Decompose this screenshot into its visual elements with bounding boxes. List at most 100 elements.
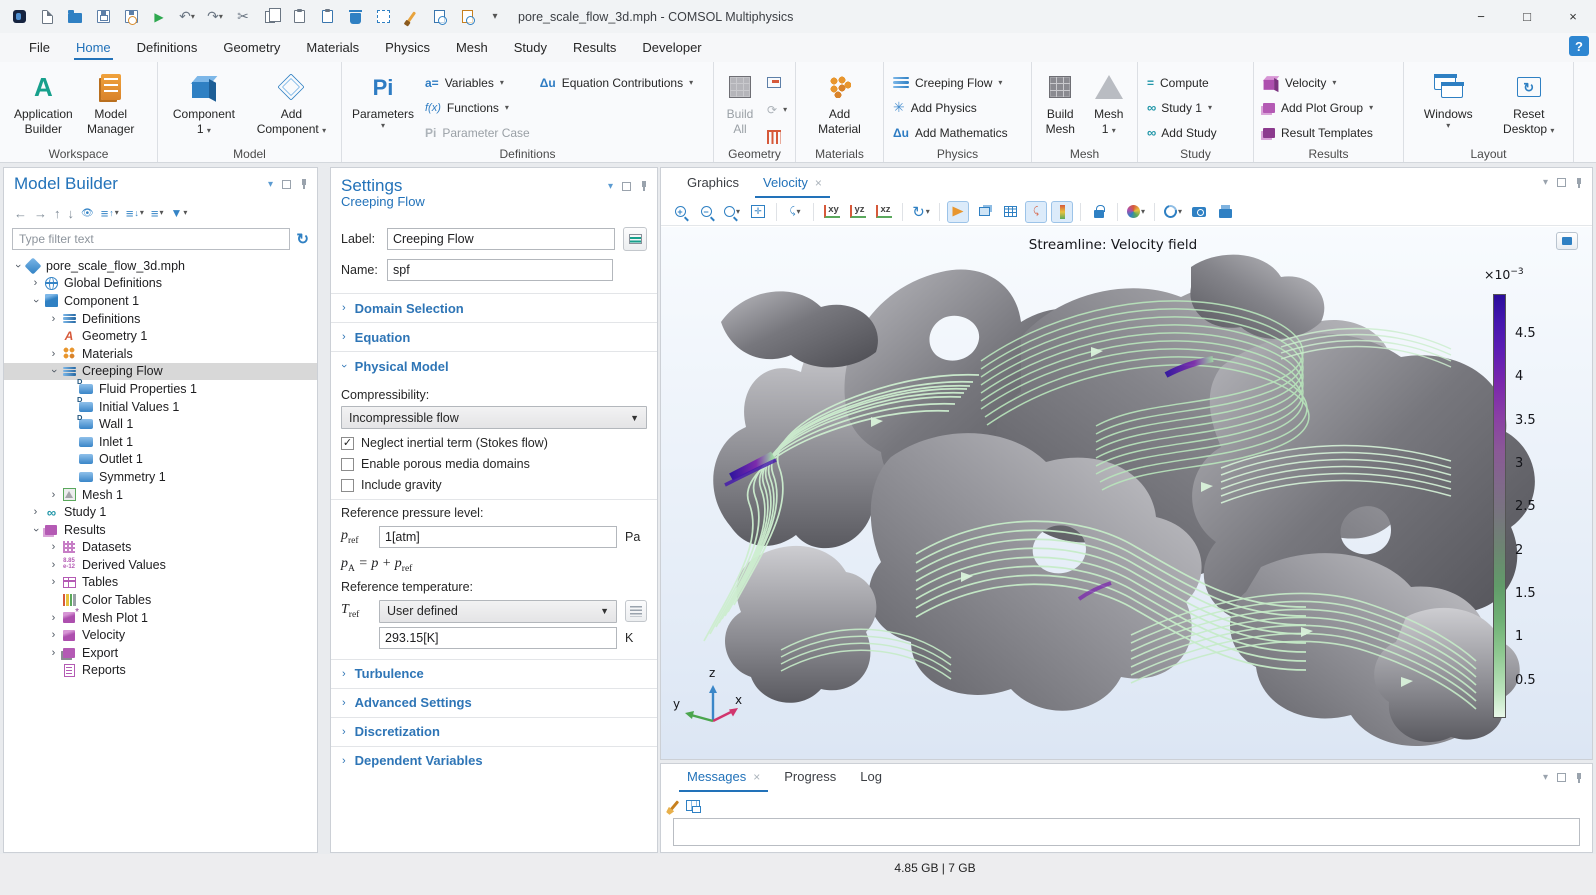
clear-messages-icon[interactable]	[670, 800, 679, 810]
insert-sequence-button[interactable]	[763, 70, 791, 95]
lock-view-icon[interactable]	[1088, 201, 1110, 223]
build-mesh-button[interactable]: BuildMesh	[1039, 67, 1081, 139]
tree-node-datasets[interactable]: ›Datasets	[4, 539, 317, 557]
show-legend-icon[interactable]	[1051, 201, 1073, 223]
tree-node-velocity[interactable]: ›Velocity	[4, 626, 317, 644]
application-builder-button[interactable]: A ApplicationBuilder	[10, 67, 77, 139]
graphics-pin-icon[interactable]	[1575, 178, 1582, 188]
section-advanced-settings[interactable]: ›Advanced Settings	[331, 688, 657, 717]
temperature-list-button[interactable]	[625, 600, 647, 622]
tree-node-fluid-properties-1[interactable]: Fluid Properties 1	[4, 380, 317, 398]
tree-node-global-definitions[interactable]: ›Global Definitions	[4, 275, 317, 293]
graphics-canvas[interactable]: Streamline: Velocity field ×10−3 4.5 4 3…	[661, 227, 1592, 759]
tree-node-export[interactable]: ›Export	[4, 644, 317, 662]
menu-tab-study[interactable]: Study	[501, 35, 560, 62]
checkbox-porous-media[interactable]: Enable porous media domains	[341, 457, 647, 471]
tab-velocity[interactable]: Velocity×	[751, 169, 834, 198]
add-plot-group-button[interactable]: Add Plot Group▾	[1259, 95, 1398, 120]
plot-settings-button[interactable]	[1556, 232, 1578, 250]
close-tab-icon[interactable]: ×	[815, 176, 822, 190]
open-file-icon[interactable]	[62, 4, 88, 30]
message-table-icon[interactable]	[686, 800, 700, 811]
mark-icon[interactable]	[398, 4, 424, 30]
add-physics-button[interactable]: ✳ Add Physics	[889, 95, 1026, 120]
collapse-all-icon[interactable]: ≡↑▾	[99, 205, 121, 222]
zoom-in-icon[interactable]: +	[669, 201, 691, 223]
tree-node-mesh-plot-1[interactable]: ›Mesh Plot 1	[4, 609, 317, 627]
menu-tab-definitions[interactable]: Definitions	[124, 35, 211, 62]
close-button[interactable]: ×	[1550, 0, 1596, 33]
zoom-extents-icon[interactable]: ✛	[747, 201, 769, 223]
save-icon[interactable]	[90, 4, 116, 30]
show-icon[interactable]: 👁	[79, 207, 96, 220]
variables-button[interactable]: a= Variables▾	[421, 70, 534, 95]
tree-node-initial-values-1[interactable]: Initial Values 1	[4, 398, 317, 416]
redo-icon[interactable]: ↷▾	[202, 4, 228, 30]
reference-temperature-dropdown[interactable]: User defined ▼	[379, 600, 617, 623]
panel-menu-icon[interactable]: ▾	[268, 179, 273, 190]
checkbox-include-gravity[interactable]: Include gravity	[341, 478, 647, 492]
tree-node-definitions[interactable]: ›Definitions	[4, 310, 317, 328]
menu-tab-materials[interactable]: Materials	[293, 35, 372, 62]
snapshot-icon[interactable]	[1188, 201, 1210, 223]
zoom-out-icon[interactable]: −	[695, 201, 717, 223]
checkbox-neglect-inertial[interactable]: ✓ Neglect inertial term (Stokes flow)	[341, 436, 647, 450]
maximize-button[interactable]: □	[1504, 0, 1550, 33]
tree-node-results[interactable]: ›Results	[4, 521, 317, 539]
rename-button[interactable]	[623, 227, 647, 251]
section-equation[interactable]: ›Equation	[331, 322, 657, 351]
section-dependent-variables[interactable]: ›Dependent Variables	[331, 746, 657, 775]
select-box-icon[interactable]	[370, 4, 396, 30]
tree-node-symmetry-1[interactable]: Symmetry 1	[4, 468, 317, 486]
tree-node-derived-values[interactable]: ›8.85e-12Derived Values	[4, 556, 317, 574]
view-xy-icon[interactable]: xy	[821, 201, 843, 223]
zoom-box-icon[interactable]: ▾	[721, 201, 743, 223]
reference-pressure-input[interactable]	[379, 526, 617, 548]
back-icon[interactable]: ←	[12, 205, 29, 222]
cut-icon[interactable]: ✂	[230, 4, 256, 30]
tree-node-root[interactable]: ›pore_scale_flow_3d.mph	[4, 257, 317, 275]
panel-float-icon[interactable]	[282, 180, 291, 189]
study-1-button[interactable]: ∞ Study 1▾	[1143, 95, 1248, 120]
messages-menu-icon[interactable]: ▾	[1543, 772, 1548, 783]
tree-node-geometry-1[interactable]: AGeometry 1	[4, 327, 317, 345]
tree-node-reports[interactable]: Reports	[4, 662, 317, 680]
settings-float-icon[interactable]	[622, 182, 631, 191]
save-as-icon[interactable]	[118, 4, 144, 30]
name-input[interactable]	[387, 259, 613, 281]
paste-icon[interactable]	[286, 4, 312, 30]
settings-menu-icon[interactable]: ▾	[608, 181, 613, 192]
copy-icon[interactable]	[258, 4, 284, 30]
add-mathematics-button[interactable]: Δu Add Mathematics	[889, 120, 1026, 145]
tree-node-materials[interactable]: ›Materials	[4, 345, 317, 363]
environment-icon[interactable]: ▾	[1162, 201, 1184, 223]
model-tree-node-text-icon[interactable]: ≡▾	[149, 205, 166, 222]
help-button[interactable]: ?	[1569, 36, 1589, 56]
new-file-icon[interactable]	[34, 4, 60, 30]
tree-node-color-tables[interactable]: Color Tables	[4, 591, 317, 609]
tab-graphics[interactable]: Graphics	[675, 169, 751, 198]
scene-light-icon[interactable]	[947, 201, 969, 223]
delete-sequence-button[interactable]	[763, 124, 791, 149]
panel-pin-icon[interactable]	[300, 179, 307, 189]
show-axes-icon[interactable]: ⤹	[1025, 201, 1047, 223]
compressibility-dropdown[interactable]: Incompressible flow ▼	[341, 406, 647, 429]
menu-tab-file[interactable]: File	[16, 35, 63, 62]
tab-messages[interactable]: Messages×	[675, 763, 772, 792]
build-all-button[interactable]: BuildAll	[719, 67, 761, 139]
windows-button[interactable]: Windows ▾	[1416, 67, 1480, 132]
refresh-icon[interactable]: ↻	[296, 230, 309, 248]
parameter-case-button[interactable]: Pi Parameter Case	[421, 120, 534, 145]
menu-tab-home[interactable]: Home	[63, 35, 124, 62]
mesh-1-button[interactable]: Mesh 1 ▾	[1088, 67, 1130, 139]
view-yz-icon[interactable]: yz	[847, 201, 869, 223]
tree-filter-input[interactable]	[12, 228, 290, 250]
minimize-button[interactable]: −	[1458, 0, 1504, 33]
equation-contributions-button[interactable]: Δu Equation Contributions▾	[536, 70, 697, 95]
qat-more-icon[interactable]: ▾	[482, 4, 508, 30]
tree-node-study-1[interactable]: ›∞Study 1	[4, 503, 317, 521]
menu-tab-geometry[interactable]: Geometry	[210, 35, 293, 62]
functions-button[interactable]: f(x) Functions▾	[421, 95, 534, 120]
reset-desktop-button[interactable]: ↻ Reset Desktop ▾	[1497, 67, 1561, 139]
menu-tab-results[interactable]: Results	[560, 35, 629, 62]
